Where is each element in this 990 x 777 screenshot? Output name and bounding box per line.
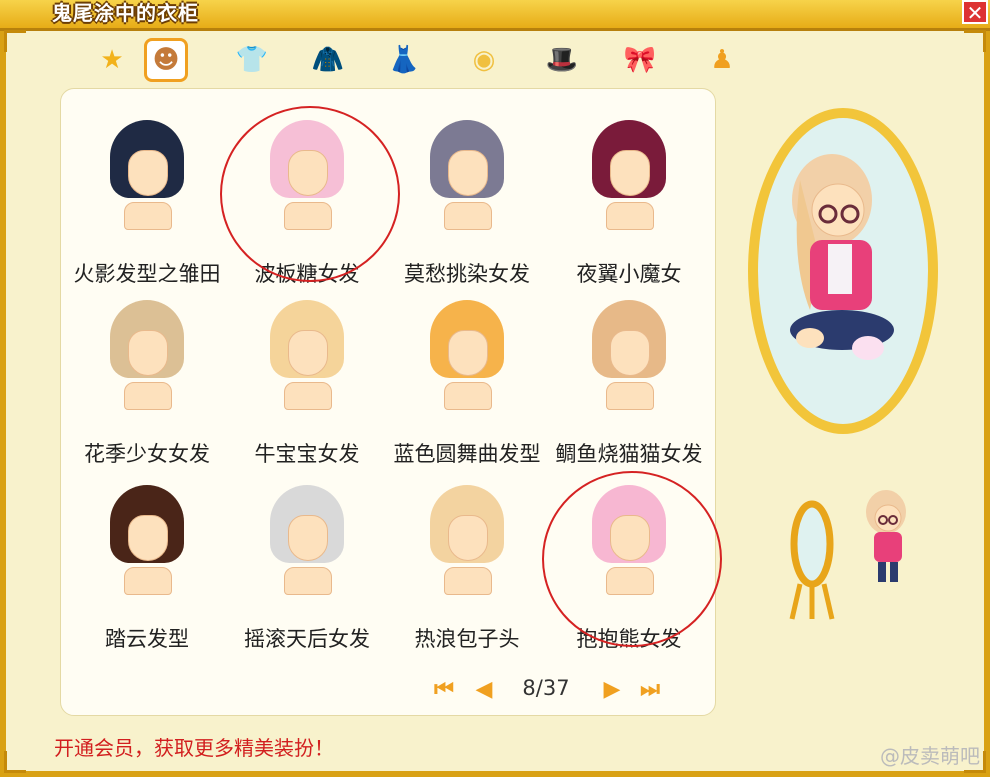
hair-item-label: 花季少女女发 (84, 442, 210, 466)
hair-preview-icon (102, 485, 192, 605)
next-page-button[interactable]: ▶ (598, 678, 626, 702)
hair-item[interactable]: 莫愁挑染女发 (382, 110, 552, 290)
hair-item-label: 牛宝宝女发 (254, 442, 360, 466)
category-tabs: ★ ☻ 👕 🧥 👗 ◉ 🎩 🎀 ♟ (80, 38, 760, 84)
frame-corner (4, 30, 26, 52)
hair-item-label: 踏云发型 (105, 627, 189, 651)
standing-mirror-icon[interactable] (782, 494, 842, 624)
vip-promo-link[interactable]: 开通会员，获取更多精美装扮！ (54, 732, 334, 761)
bow-icon: 🎀 (623, 45, 657, 75)
hair-item-label: 蓝色圆舞曲发型 (393, 442, 541, 466)
hair-preview-icon (584, 300, 674, 420)
hair-preview-icon (102, 120, 192, 240)
tab-bows[interactable]: 🎀 (618, 38, 662, 82)
title-bar: 鬼尾涂中的衣柜 ✕ (0, 0, 990, 31)
hat-icon: 🎩 (545, 45, 579, 75)
hair-item[interactable]: 热浪包子头 (382, 475, 552, 655)
frame-corner (964, 30, 986, 52)
face-accessory-icon: ◉ (472, 45, 496, 75)
window-title: 鬼尾涂中的衣柜 (52, 1, 199, 25)
outfit-icon: ♟ (710, 45, 734, 75)
hair-item-label: 摇滚天后女发 (244, 627, 370, 651)
hair-preview-icon (422, 485, 512, 605)
tab-skirts[interactable]: 👗 (382, 38, 426, 82)
mini-avatar (866, 490, 906, 582)
hair-preview-icon (422, 120, 512, 240)
hair-preview-icon (262, 485, 352, 605)
hair-preview-icon (102, 300, 192, 420)
highlight-circle (220, 106, 400, 282)
hair-item[interactable]: 花季少女女发 (62, 290, 232, 470)
page-indicator: 8/37 (522, 676, 570, 700)
tab-jackets[interactable]: 🧥 (306, 38, 350, 82)
last-page-button[interactable]: ⏭ (636, 678, 664, 702)
hair-item-label: 夜翼小魔女 (576, 262, 682, 286)
star-icon: ★ (100, 45, 124, 75)
highlight-circle (542, 471, 722, 647)
watermark: @皮卖萌吧 (880, 744, 980, 768)
shirt-icon: 👕 (235, 45, 269, 75)
dress-icon: 👗 (387, 45, 421, 75)
hair-item[interactable]: 牛宝宝女发 (222, 290, 392, 470)
tab-hair[interactable]: ☻ (144, 38, 188, 82)
tab-outfit[interactable]: ♟ (700, 38, 744, 82)
tab-favorites[interactable]: ★ (90, 38, 134, 82)
hair-item-label: 热浪包子头 (414, 627, 520, 651)
hair-item[interactable]: 鲷鱼烧猫猫女发 (544, 290, 714, 470)
hair-item[interactable]: 夜翼小魔女 (544, 110, 714, 290)
tab-hats[interactable]: 🎩 (540, 38, 584, 82)
hair-item-label: 火影发型之雏田 (73, 262, 221, 286)
close-button[interactable]: ✕ (962, 0, 988, 24)
hair-preview-icon (262, 300, 352, 420)
hair-item-label: 鲷鱼烧猫猫女发 (555, 442, 703, 466)
hair-item-label: 莫愁挑染女发 (404, 262, 530, 286)
frame-corner (4, 751, 26, 773)
hair-item[interactable]: 摇滚天后女发 (222, 475, 392, 655)
hair-icon: ☻ (152, 45, 180, 75)
hair-item[interactable]: 踏云发型 (62, 475, 232, 655)
preview-avatar (790, 154, 894, 360)
hair-preview-icon (422, 300, 512, 420)
hair-item[interactable]: 蓝色圆舞曲发型 (382, 290, 552, 470)
hair-preview-icon (584, 120, 674, 240)
pagination: ⏮ ◀ 8/37 ▶ ⏭ (430, 672, 690, 706)
prev-page-button[interactable]: ◀ (470, 678, 498, 702)
tab-tops[interactable]: 👕 (230, 38, 274, 82)
coat-icon: 🧥 (311, 45, 345, 75)
tab-glasses[interactable]: ◉ (462, 38, 506, 82)
first-page-button[interactable]: ⏮ (430, 678, 458, 702)
hair-item[interactable]: 火影发型之雏田 (62, 110, 232, 290)
